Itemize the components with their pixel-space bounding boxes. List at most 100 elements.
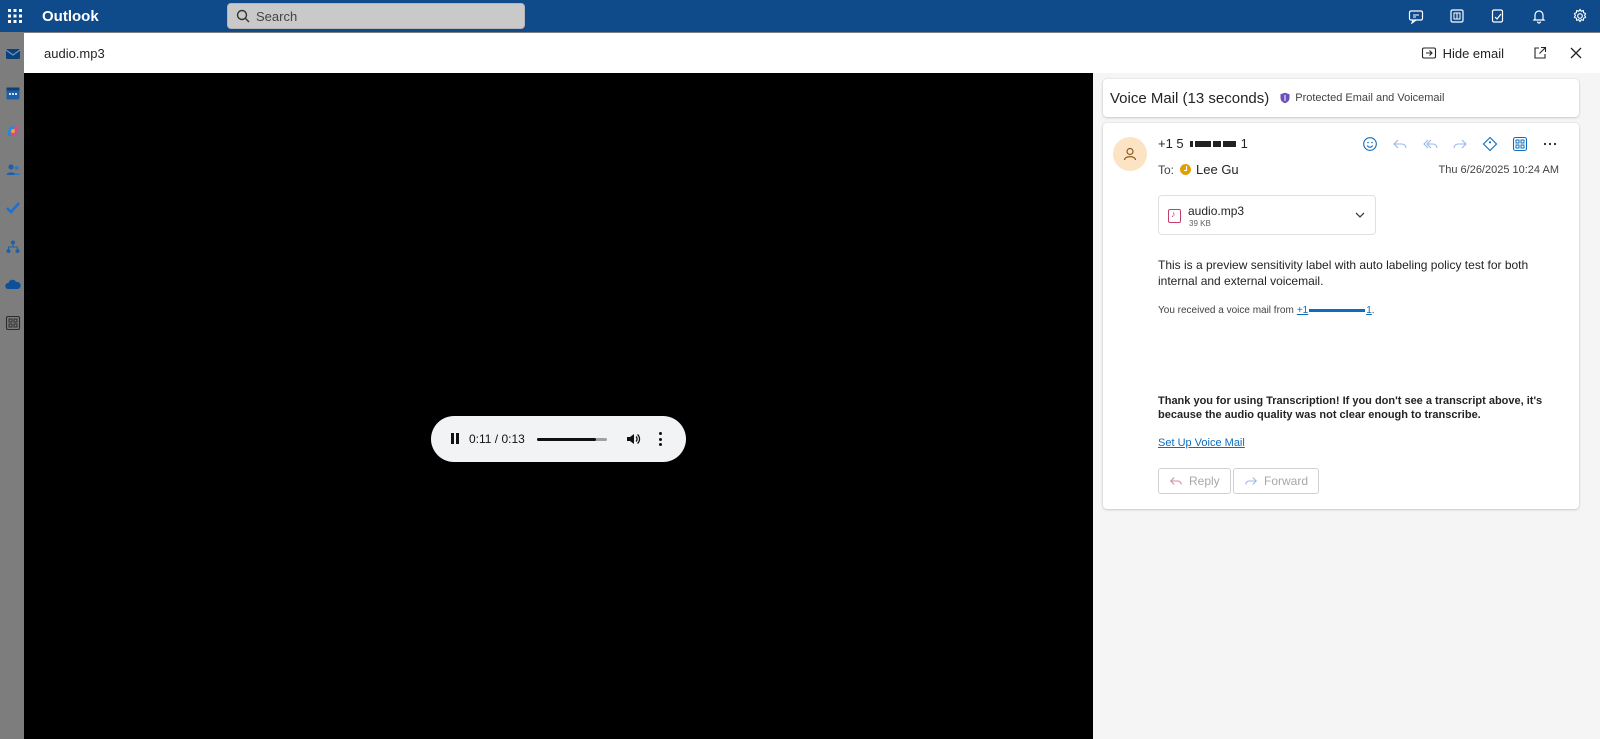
dialog-title: audio.mp3 [44, 45, 105, 61]
forward-icon-button[interactable] [1445, 131, 1475, 157]
message-card: +1 5 1 To: Lee Gu Thu 6/26/2025 10:24 AM [1103, 123, 1579, 509]
top-bar: Outlook Search [0, 0, 1600, 32]
dialog-actions: Hide email [1421, 33, 1600, 73]
onedrive-icon[interactable] [5, 277, 21, 293]
notifications-button[interactable] [1518, 0, 1559, 32]
sensitivity-button[interactable] [1475, 131, 1505, 157]
forward-icon [1453, 139, 1467, 149]
dialog-header: audio.mp3 Hide email [24, 33, 1600, 73]
bell-icon [1532, 10, 1545, 24]
reply-icon-button[interactable] [1385, 131, 1415, 157]
pause-button[interactable] [449, 432, 461, 446]
forward-button[interactable]: Forward [1233, 468, 1320, 494]
reply-button[interactable]: Reply [1158, 468, 1231, 494]
attachment-card[interactable]: audio.mp3 39 KB [1158, 195, 1376, 235]
office-icon [1449, 9, 1464, 23]
setup-voicemail-link[interactable]: Set Up Voice Mail [1158, 437, 1245, 449]
search-box[interactable]: Search [227, 3, 525, 29]
more-options-button[interactable] [659, 432, 663, 446]
period: . [1371, 305, 1375, 316]
subject-card: Voice Mail (13 seconds) Protected Email … [1103, 79, 1579, 117]
voicemail-source-text: You received a voice mail from [1158, 305, 1294, 316]
person-icon [1123, 147, 1137, 161]
attachment-preview-dialog: audio.mp3 Hide email 0:11 / 0:13 Voice M… [24, 33, 1600, 739]
settings-button[interactable] [1559, 0, 1600, 32]
close-icon [1570, 47, 1582, 59]
redacted-block [1222, 140, 1236, 147]
search-icon [236, 9, 250, 23]
org-icon[interactable] [5, 239, 21, 255]
app-title[interactable]: Outlook [42, 8, 212, 25]
notes-button[interactable] [1477, 0, 1518, 32]
top-bar-actions [1395, 0, 1600, 32]
sender-prefix: +1 5 [1158, 136, 1184, 151]
copilot-icon[interactable] [5, 123, 21, 139]
sender-suffix: 1 [1240, 136, 1248, 151]
people-icon[interactable] [5, 162, 21, 178]
redacted-block [1309, 309, 1366, 312]
reply-label: Reply [1189, 474, 1220, 488]
more-actions-button[interactable] [1535, 131, 1565, 157]
sensitivity-label-text: Protected Email and Voicemail [1295, 92, 1445, 104]
calendar-icon[interactable] [5, 85, 21, 101]
app-launcher-button[interactable] [0, 0, 30, 32]
meet-icon [1408, 10, 1423, 24]
voicemail-source: You received a voice mail from +1 1 . [1158, 305, 1375, 316]
todo-icon[interactable] [5, 200, 21, 216]
pop-out-icon [1534, 46, 1547, 59]
apps-button[interactable] [1505, 131, 1535, 157]
hide-email-button[interactable]: Hide email [1421, 45, 1504, 61]
forward-icon [1245, 477, 1257, 485]
redacted-block [1194, 140, 1211, 147]
attachment-size: 39 KB [1189, 219, 1211, 228]
forward-label: Forward [1264, 474, 1309, 488]
to-label: To: [1158, 162, 1175, 177]
reply-icon [1393, 139, 1407, 149]
attachment-name: audio.mp3 [1188, 204, 1245, 218]
reply-icon [1170, 477, 1182, 485]
volume-icon[interactable] [625, 431, 641, 447]
tag-icon [1482, 136, 1498, 152]
avatar[interactable] [1113, 137, 1147, 171]
time-display: 0:11 / 0:13 [469, 432, 525, 446]
redacted-block [1189, 140, 1193, 147]
presence-away-icon [1180, 164, 1192, 175]
recipients: To: Lee Gu [1158, 162, 1239, 177]
react-button[interactable] [1355, 131, 1385, 157]
hide-panel-icon [1421, 47, 1436, 59]
hide-email-label: Hide email [1442, 45, 1504, 61]
left-rail [0, 32, 24, 739]
reply-all-icon [1423, 139, 1438, 149]
apps-grid-icon [1512, 136, 1528, 152]
message-body: This is a preview sensitivity label with… [1158, 258, 1529, 288]
email-subject: Voice Mail (13 seconds) [1110, 89, 1270, 107]
emoji-icon [1363, 137, 1377, 151]
sensitivity-label[interactable]: Protected Email and Voicemail [1279, 92, 1444, 104]
close-button[interactable] [1558, 37, 1594, 69]
seek-slider[interactable] [537, 437, 607, 441]
reading-pane: Voice Mail (13 seconds) Protected Email … [1093, 73, 1600, 739]
notes-icon [1491, 9, 1503, 23]
ellipsis-icon [1543, 142, 1557, 146]
audio-file-icon [1168, 209, 1181, 223]
recipient-name[interactable]: Lee Gu [1196, 162, 1239, 177]
caller-number-link[interactable]: +1 1 [1297, 305, 1372, 316]
media-viewer: 0:11 / 0:13 [24, 73, 1093, 739]
caller-number-prefix: +1 [1296, 305, 1309, 316]
audio-player[interactable]: 0:11 / 0:13 [431, 416, 686, 462]
chevron-down-icon[interactable] [1354, 209, 1366, 221]
meet-button[interactable] [1395, 0, 1436, 32]
office-button[interactable] [1436, 0, 1477, 32]
mail-icon[interactable] [5, 46, 21, 62]
transcription-note: Thank you for using Transcription! If yo… [1158, 395, 1543, 421]
sender[interactable]: +1 5 1 [1158, 136, 1248, 151]
search-input[interactable]: Search [256, 9, 297, 24]
pop-out-button[interactable] [1522, 37, 1558, 69]
apps-icon[interactable] [5, 315, 21, 331]
waffle-icon [8, 9, 22, 23]
seek-progress [537, 437, 597, 441]
redacted-block [1212, 140, 1221, 147]
reply-all-button[interactable] [1415, 131, 1445, 157]
gear-icon [1573, 8, 1586, 23]
message-actions [1355, 131, 1565, 157]
